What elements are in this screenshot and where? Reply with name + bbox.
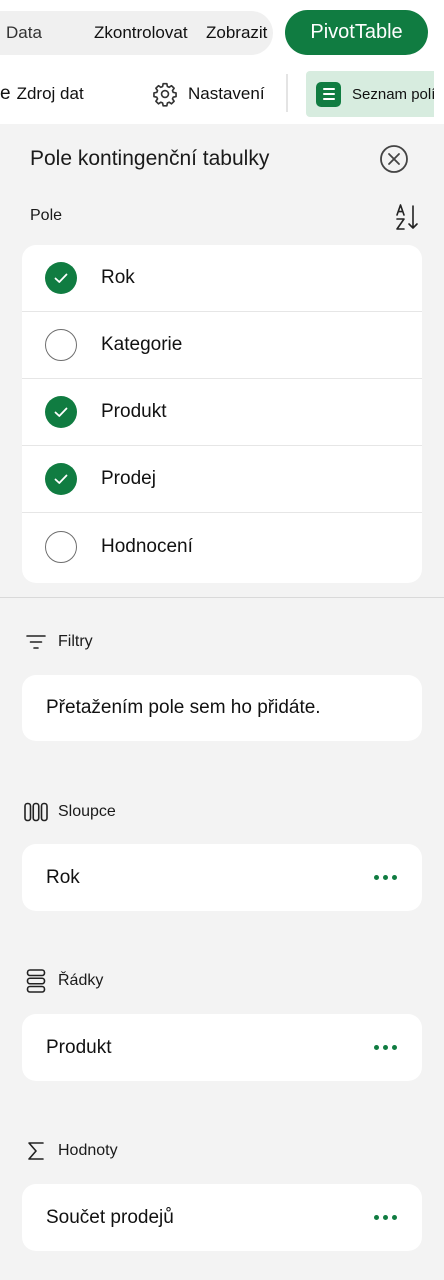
- sigma-icon: [24, 1139, 48, 1163]
- field-item-kategorie[interactable]: Kategorie: [22, 312, 422, 379]
- filter-icon: [24, 630, 48, 654]
- values-header: Hodnoty: [24, 1138, 118, 1164]
- change-source-button[interactable]: e Zdroj dat: [0, 70, 84, 118]
- gear-icon: [153, 82, 177, 107]
- values-item-label: Součet prodejů: [46, 1206, 174, 1228]
- field-label: Rok: [101, 267, 135, 288]
- close-button[interactable]: [379, 144, 409, 174]
- close-icon: [380, 145, 408, 173]
- panel-title: Pole kontingenční tabulky: [30, 147, 270, 170]
- tab-data[interactable]: Data: [6, 11, 42, 55]
- rows-item[interactable]: Produkt: [22, 1014, 422, 1081]
- checkbox-checked[interactable]: [45, 262, 77, 294]
- checkmark-icon: [54, 407, 68, 417]
- filters-header: Filtry: [24, 629, 93, 655]
- field-label: Hodnocení: [101, 535, 193, 557]
- settings-label: Nastavení: [188, 84, 265, 103]
- fields-section-label: Pole: [30, 207, 63, 224]
- checkbox-unchecked[interactable]: [45, 329, 77, 361]
- field-list-button[interactable]: Seznam polí: [306, 71, 434, 117]
- filters-label: Filtry: [58, 633, 93, 650]
- field-list-label: Seznam polí: [352, 85, 434, 103]
- section-divider: [0, 597, 444, 598]
- field-list: Rok Kategorie Produkt Prodej Hodnocení: [22, 245, 422, 583]
- sort-az-icon: [396, 204, 418, 230]
- field-item-rok[interactable]: Rok: [22, 245, 422, 312]
- settings-button[interactable]: Nastavení: [152, 70, 265, 118]
- checkbox-checked[interactable]: [45, 396, 77, 428]
- rows-icon: [24, 969, 48, 993]
- columns-icon: [24, 800, 48, 824]
- tab-view[interactable]: Zobrazit: [206, 11, 267, 55]
- more-icon: [373, 875, 379, 880]
- field-label: Prodej: [101, 468, 156, 489]
- sort-button[interactable]: [394, 202, 420, 232]
- tab-review[interactable]: Zkontrolovat: [94, 11, 188, 55]
- columns-label: Sloupce: [58, 803, 116, 820]
- checkmark-icon: [54, 474, 68, 484]
- checkbox-checked[interactable]: [45, 463, 77, 495]
- columns-item[interactable]: Rok: [22, 844, 422, 911]
- rows-label: Řádky: [58, 972, 104, 989]
- rows-header: Řádky: [24, 968, 103, 994]
- values-item[interactable]: Součet prodejů: [22, 1184, 422, 1251]
- columns-item-label: Rok: [46, 866, 80, 888]
- more-options-button[interactable]: [368, 1033, 402, 1063]
- truncated-label: e: [0, 83, 11, 104]
- more-icon: [373, 1215, 379, 1220]
- tab-pivottable[interactable]: PivotTable: [285, 10, 428, 55]
- values-label: Hodnoty: [58, 1142, 118, 1159]
- rows-item-label: Produkt: [46, 1036, 112, 1058]
- filters-drop-zone[interactable]: Přetažením pole sem ho přidáte.: [22, 675, 422, 741]
- field-label: Kategorie: [101, 334, 183, 355]
- more-options-button[interactable]: [368, 863, 402, 893]
- drop-placeholder: Přetažením pole sem ho přidáte.: [46, 697, 321, 718]
- source-label: Zdroj dat: [16, 84, 84, 103]
- columns-header: Sloupce: [24, 799, 116, 825]
- field-label: Produkt: [101, 401, 167, 422]
- field-item-produkt[interactable]: Produkt: [22, 379, 422, 446]
- toolbar-divider: [286, 74, 288, 112]
- more-options-button[interactable]: [368, 1203, 402, 1233]
- checkmark-icon: [54, 273, 68, 283]
- more-icon: [373, 1045, 379, 1050]
- ribbon: Data Zkontrolovat Zobrazit PivotTable e …: [0, 0, 444, 124]
- checkbox-unchecked[interactable]: [45, 530, 77, 563]
- list-icon: [316, 81, 341, 107]
- field-item-prodej[interactable]: Prodej: [22, 446, 422, 513]
- field-item-hodnoceni[interactable]: Hodnocení: [22, 513, 422, 580]
